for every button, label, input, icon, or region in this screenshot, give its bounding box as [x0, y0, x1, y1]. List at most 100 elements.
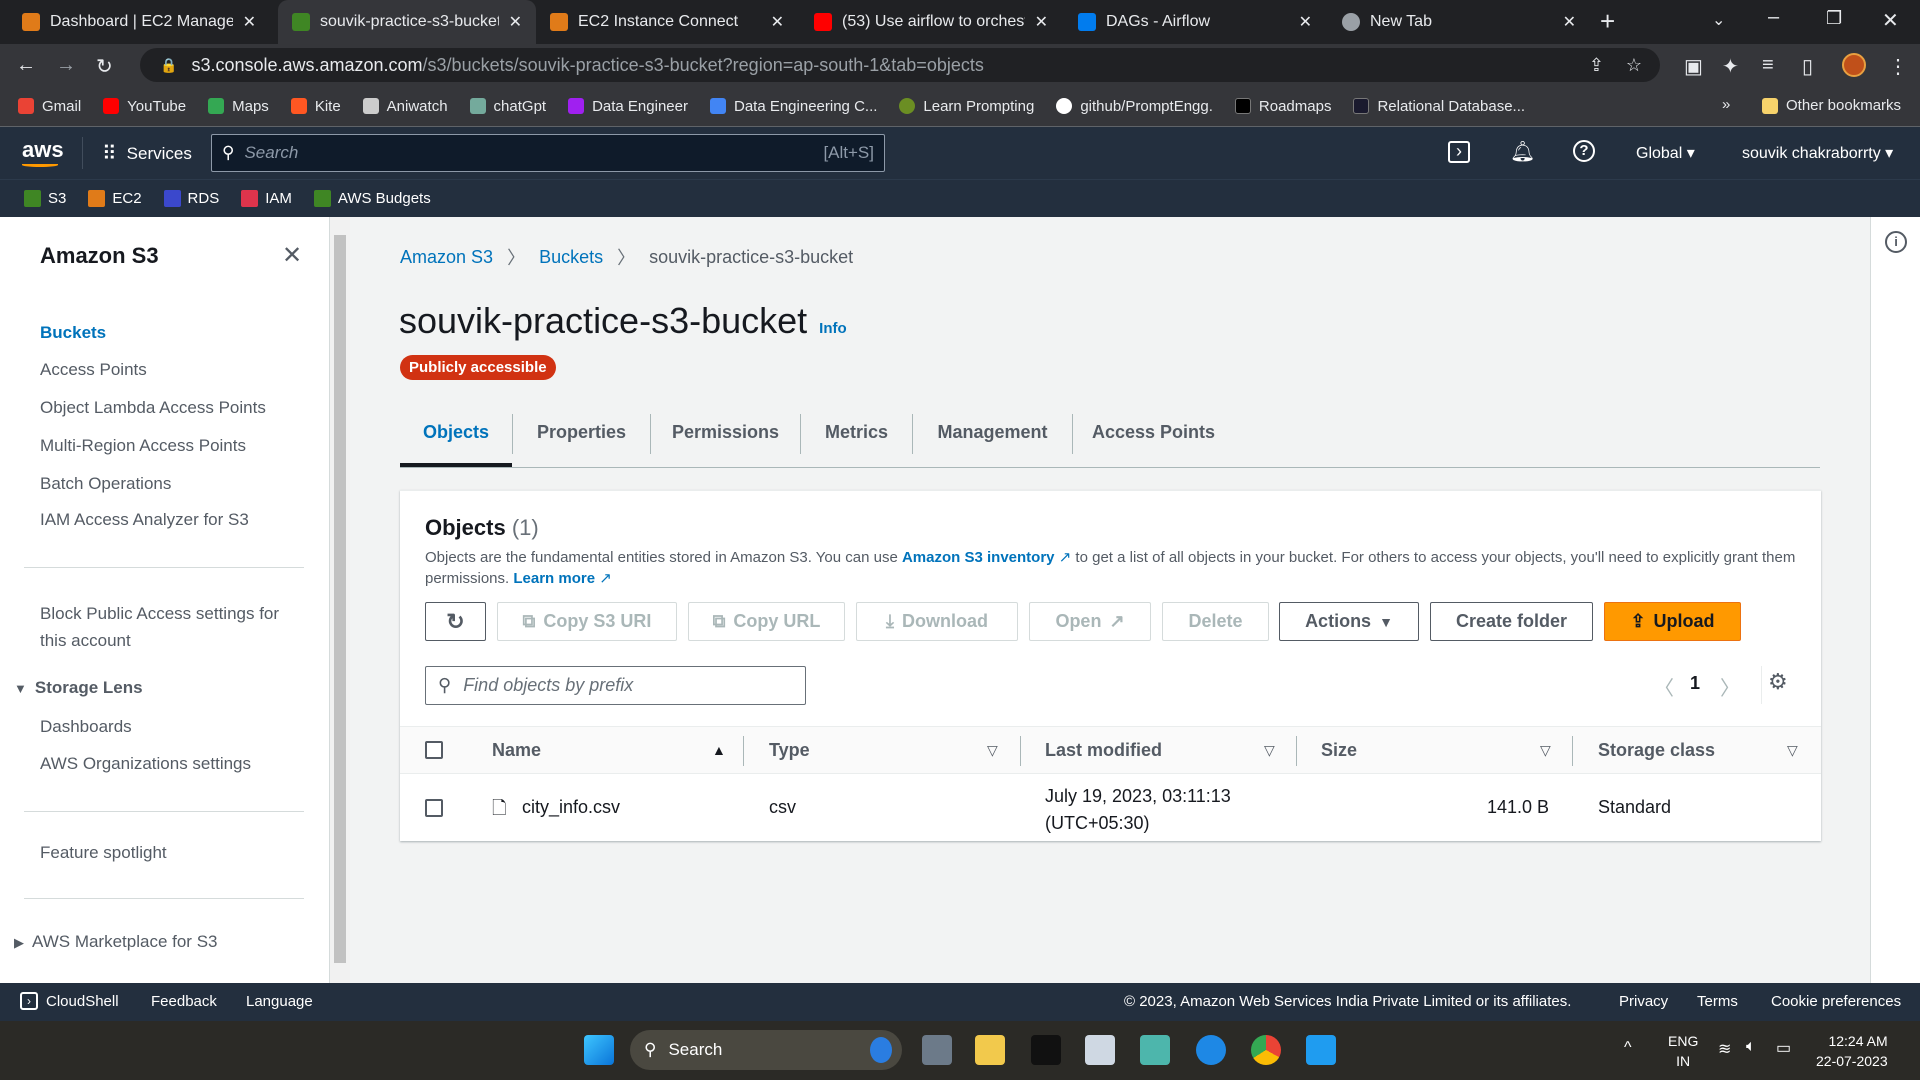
browser-tab[interactable]: Dashboard | EC2 Management Console✕ [8, 0, 270, 44]
edge-icon[interactable] [1196, 1035, 1226, 1065]
sort-icon[interactable]: ▽ [987, 742, 998, 759]
help-icon[interactable]: ? [1573, 140, 1595, 162]
restore-button[interactable]: ❐ [1826, 8, 1842, 29]
bookmark[interactable]: github/PromptEngg. [1056, 98, 1213, 115]
close-tab-icon[interactable]: ✕ [1035, 12, 1048, 32]
browser-tab[interactable]: (53) Use airflow to orchestrate✕ [800, 0, 1062, 44]
bookmark[interactable]: Kite [290, 98, 341, 115]
marketplace-section[interactable]: ▶ AWS Marketplace for S3 [14, 932, 218, 952]
favorite-s3[interactable]: S3 [24, 190, 66, 207]
sort-icon[interactable]: ▽ [1264, 742, 1275, 759]
info-icon[interactable]: i [1885, 231, 1907, 253]
other-bookmarks[interactable]: Other bookmarks [1762, 97, 1901, 114]
volume-icon[interactable]: 🔈︎ [1746, 1038, 1756, 1056]
bookmark[interactable]: Data Engineering C... [709, 98, 877, 115]
keyboard-app-icon[interactable] [1140, 1035, 1170, 1065]
resource-monitor-icon[interactable] [1085, 1035, 1115, 1065]
sidebar-item-multi-region[interactable]: Multi-Region Access Points [40, 436, 246, 456]
language-indicator[interactable]: ENG IN [1668, 1031, 1698, 1071]
sidebar-item-feature-spotlight[interactable]: Feature spotlight [40, 843, 167, 863]
tab-access-points[interactable]: Access Points [1072, 414, 1234, 454]
favorite-budgets[interactable]: AWS Budgets [313, 190, 431, 207]
services-menu[interactable]: ⠿ Services [102, 141, 192, 166]
vscode-icon[interactable] [1306, 1035, 1336, 1065]
info-link[interactable]: Info [819, 320, 847, 337]
tab-management[interactable]: Management [912, 414, 1072, 454]
media-icon[interactable]: ≡ [1762, 54, 1774, 77]
terms-link[interactable]: Terms [1697, 993, 1738, 1010]
sidebar-item-object-lambda[interactable]: Object Lambda Access Points [40, 398, 266, 418]
learn-more-link[interactable]: Learn more [513, 570, 595, 587]
bookmark[interactable]: Data Engineer [568, 98, 688, 115]
tab-properties[interactable]: Properties [512, 414, 650, 454]
object-name-link[interactable]: city_info.csv [522, 797, 620, 818]
breadcrumb-amazon-s3[interactable]: Amazon S3 [400, 247, 493, 268]
account-menu[interactable]: souvik chakraborrty ▾ [1742, 143, 1893, 163]
aws-logo[interactable]: aws [22, 137, 64, 167]
sort-ascending-icon[interactable]: ▲ [712, 742, 726, 758]
column-name[interactable]: Name [492, 740, 541, 761]
actions-dropdown[interactable]: Actions ▼ [1279, 602, 1419, 641]
forward-icon[interactable]: → [56, 54, 76, 77]
minimize-button[interactable]: – [1768, 6, 1779, 29]
open-button[interactable]: Open ↗ [1029, 602, 1151, 641]
favorite-iam[interactable]: IAM [241, 190, 292, 207]
region-selector[interactable]: Global ▾ [1636, 143, 1695, 163]
feedback-link[interactable]: Feedback [151, 993, 217, 1010]
sidebar-item-buckets[interactable]: Buckets [40, 323, 106, 343]
bookmark-star-icon[interactable]: ☆ [1626, 55, 1642, 76]
download-button[interactable]: ⤓ Download [856, 602, 1018, 641]
browser-tab[interactable]: EC2 Instance Connect ✕ [536, 0, 798, 44]
tradingview-icon[interactable] [1031, 1035, 1061, 1065]
close-tab-icon[interactable]: ✕ [1299, 12, 1312, 32]
create-folder-button[interactable]: Create folder [1430, 602, 1593, 641]
sidebar-item-iam-analyzer[interactable]: IAM Access Analyzer for S3 [40, 510, 249, 530]
favorite-rds[interactable]: RDS [163, 190, 219, 207]
cloudshell-icon[interactable]: › [1448, 141, 1470, 163]
sort-icon[interactable]: ▽ [1540, 742, 1551, 759]
clock[interactable]: 12:24 AM 22-07-2023 [1816, 1031, 1888, 1071]
windows-start-icon[interactable] [584, 1035, 614, 1065]
cast-icon[interactable]: ▣ [1684, 54, 1703, 79]
prev-page-icon[interactable]: 〈 [1654, 672, 1674, 701]
file-explorer-icon[interactable] [975, 1035, 1005, 1065]
delete-button[interactable]: Delete [1162, 602, 1269, 641]
copy-s3-uri-button[interactable]: ⧉ Copy S3 URI [497, 602, 677, 641]
find-objects-input[interactable]: ⚲ Find objects by prefix [425, 666, 806, 705]
bookmark[interactable]: Aniwatch [362, 98, 448, 115]
close-tab-icon[interactable]: ✕ [771, 12, 784, 32]
upload-button[interactable]: ⇪ Upload [1604, 602, 1741, 641]
browser-tab-active[interactable]: souvik-practice-s3-bucket - S3✕ [278, 0, 536, 44]
tab-metrics[interactable]: Metrics [800, 414, 912, 454]
close-sidebar-icon[interactable]: ✕ [282, 241, 302, 270]
bookmark[interactable]: Relational Database... [1353, 98, 1525, 115]
close-tab-icon[interactable]: ✕ [243, 12, 256, 32]
sidebar-item-org-settings[interactable]: AWS Organizations settings [40, 754, 251, 774]
bookmark[interactable]: Roadmaps [1234, 98, 1331, 115]
tab-search-icon[interactable]: ⌄ [1712, 10, 1725, 30]
sidebar-scrollbar[interactable] [330, 217, 350, 983]
browser-tab[interactable]: DAGs - Airflow ✕ [1064, 0, 1326, 44]
column-type[interactable]: Type [769, 740, 810, 761]
profile-avatar[interactable] [1842, 53, 1866, 77]
tab-permissions[interactable]: Permissions [650, 414, 800, 454]
extensions-icon[interactable]: ✦ [1722, 54, 1739, 79]
aws-search-input[interactable]: ⚲ Search [Alt+S] [211, 134, 885, 172]
copy-url-button[interactable]: ⧉ Copy URL [688, 602, 845, 641]
battery-icon[interactable]: ▭ [1776, 1038, 1791, 1058]
bell-icon[interactable]: 🔔︎ [1510, 139, 1535, 164]
wifi-icon[interactable]: ≋ [1718, 1039, 1731, 1059]
back-icon[interactable]: ← [16, 54, 36, 77]
sidebar-item-access-points[interactable]: Access Points [40, 360, 147, 380]
next-page-icon[interactable]: 〉 [1720, 672, 1740, 701]
bookmark[interactable]: Gmail [18, 98, 81, 115]
reload-icon[interactable]: ↻ [96, 54, 113, 79]
sort-icon[interactable]: ▽ [1787, 742, 1798, 759]
page-number[interactable]: 1 [1690, 673, 1700, 694]
storage-lens-section[interactable]: ▼ Storage Lens [14, 678, 143, 698]
url-input[interactable]: 🔒 s3.console.aws.amazon.com/s3/buckets/s… [140, 48, 1660, 82]
close-window-button[interactable]: ✕ [1882, 8, 1899, 33]
chrome-icon[interactable] [1251, 1035, 1281, 1065]
share-icon[interactable]: ⇪ [1589, 55, 1604, 76]
bookmark[interactable]: YouTube [103, 98, 186, 115]
